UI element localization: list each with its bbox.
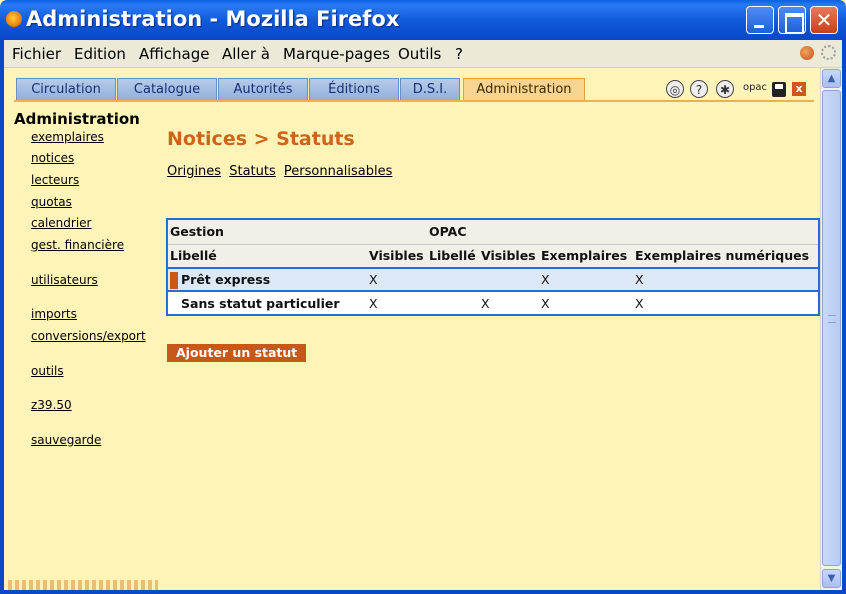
nav-imports[interactable]: imports — [31, 307, 77, 321]
row-label: Sans statut particulier — [181, 295, 340, 311]
col-exemplaires: Exemplaires — [539, 244, 633, 269]
col-exemplaires-numeriques: Exemplaires numériques — [633, 244, 818, 269]
menu-fichier[interactable]: Fichier — [12, 45, 61, 63]
subnav-personnalisables[interactable]: Personnalisables — [284, 164, 393, 179]
add-status-button[interactable]: Ajouter un statut — [167, 344, 307, 362]
table-row[interactable]: Sans statut particulier X X X X — [168, 291, 818, 314]
statuts-table: Gestion OPAC Libellé Visibles Libellé Vi… — [168, 220, 818, 314]
window-titlebar: Administration - Mozilla Firefox ✕ — [0, 0, 846, 40]
table-header-row: Libellé Visibles Libellé Visibles Exempl… — [168, 244, 818, 269]
footer-decoration — [8, 580, 158, 590]
group-gestion: Gestion — [168, 220, 427, 245]
statuts-table-wrap: Gestion OPAC Libellé Visibles Libellé Vi… — [166, 218, 820, 316]
nav-quotas[interactable]: quotas — [31, 195, 72, 209]
menu-affichage[interactable]: Affichage — [139, 45, 209, 63]
nav-lecteurs[interactable]: lecteurs — [31, 173, 79, 187]
cell-exemplaires-numeriques: X — [633, 268, 818, 292]
cell-exemplaires: X — [539, 291, 633, 314]
menu-marque-pages[interactable]: Marque-pages — [283, 45, 390, 63]
tab-administration[interactable]: Administration — [463, 78, 585, 100]
tab-editions[interactable]: Éditions — [309, 78, 399, 100]
help-icon[interactable]: ? — [690, 80, 708, 98]
globe-icon[interactable]: ◎ — [666, 80, 684, 98]
page-title: Notices > Statuts — [167, 128, 355, 150]
opac-icon[interactable]: opac — [742, 80, 768, 98]
settings-icon[interactable]: ✱ — [716, 80, 734, 98]
cell-opac-visibles — [479, 268, 539, 292]
nav-z3950[interactable]: z39.50 — [31, 398, 72, 412]
status-icon — [800, 46, 814, 60]
maximize-icon — [779, 7, 805, 34]
subnav-origines[interactable]: Origines — [167, 164, 221, 179]
minimize-icon — [747, 7, 773, 33]
row-label-cell: Prêt express — [168, 268, 367, 292]
cell-opac-libelle — [427, 268, 479, 292]
nav-sauvegarde[interactable]: sauvegarde — [31, 433, 101, 447]
nav-conversions-export[interactable]: conversions/export — [31, 329, 146, 343]
table-row[interactable]: Prêt express X X X — [168, 268, 818, 292]
window-frame-bottom — [0, 590, 846, 594]
menu-edition[interactable]: Edition — [74, 45, 126, 63]
row-marker — [170, 272, 178, 289]
save-icon[interactable] — [772, 82, 786, 97]
close-icon: ✕ — [815, 8, 833, 32]
logout-icon[interactable]: x — [792, 82, 806, 96]
firefox-icon — [6, 11, 22, 27]
row-label: Prêt express — [181, 272, 271, 287]
cell-opac-visibles: X — [479, 291, 539, 314]
menu-outils[interactable]: Outils — [398, 45, 441, 63]
tab-autorites[interactable]: Autorités — [218, 78, 308, 100]
scroll-thumb[interactable] — [822, 90, 841, 566]
window-frame-right — [842, 40, 846, 594]
col-libelle: Libellé — [168, 244, 367, 269]
row-label-cell: Sans statut particulier — [168, 291, 367, 314]
cell-visibles: X — [367, 291, 427, 314]
minimize-button[interactable] — [746, 6, 774, 34]
maximize-button[interactable] — [778, 6, 806, 34]
module-tabs: Circulation Catalogue Autorités Éditions… — [4, 68, 820, 101]
page-content: Circulation Catalogue Autorités Éditions… — [4, 68, 820, 590]
nav-utilisateurs[interactable]: utilisateurs — [31, 273, 98, 287]
nav-notices[interactable]: notices — [31, 151, 74, 165]
cell-exemplaires-numeriques: X — [633, 291, 818, 314]
tab-circulation[interactable]: Circulation — [16, 78, 116, 100]
menu-aller-a[interactable]: Aller à — [222, 45, 270, 63]
close-window-button[interactable]: ✕ — [810, 6, 838, 34]
subnav-statuts[interactable]: Statuts — [229, 164, 276, 179]
col-visibles: Visibles — [367, 244, 427, 269]
nav-gest-financiere[interactable]: gest. financière — [31, 238, 124, 252]
window-title: Administration - Mozilla Firefox — [26, 7, 400, 31]
table-group-header: Gestion OPAC — [168, 220, 818, 245]
sub-navigation: Origines Statuts Personnalisables — [167, 164, 396, 179]
col-opac-visibles: Visibles — [479, 244, 539, 269]
nav-calendrier[interactable]: calendrier — [31, 216, 91, 230]
cell-opac-libelle — [427, 291, 479, 314]
menubar: Fichier Edition Affichage Aller à Marque… — [4, 40, 842, 68]
scroll-up-button[interactable]: ▲ — [822, 69, 841, 88]
nav-heading: Administration — [14, 110, 140, 128]
nav-outils[interactable]: outils — [31, 364, 64, 378]
nav-exemplaires[interactable]: exemplaires — [31, 130, 104, 144]
scroll-down-button[interactable]: ▼ — [822, 569, 841, 588]
cell-exemplaires: X — [539, 268, 633, 292]
tab-catalogue[interactable]: Catalogue — [117, 78, 217, 100]
group-opac: OPAC — [427, 220, 818, 245]
col-opac-libelle: Libellé — [427, 244, 479, 269]
menu-help[interactable]: ? — [455, 45, 463, 63]
cell-visibles: X — [367, 268, 427, 292]
tabs-underline — [14, 100, 814, 102]
throbber-icon — [821, 45, 836, 60]
vertical-scrollbar[interactable]: ▲ ▼ — [820, 68, 842, 590]
left-navigation: Administration exemplaires notices lecte… — [14, 108, 164, 578]
tab-dsi[interactable]: D.S.I. — [400, 78, 460, 100]
